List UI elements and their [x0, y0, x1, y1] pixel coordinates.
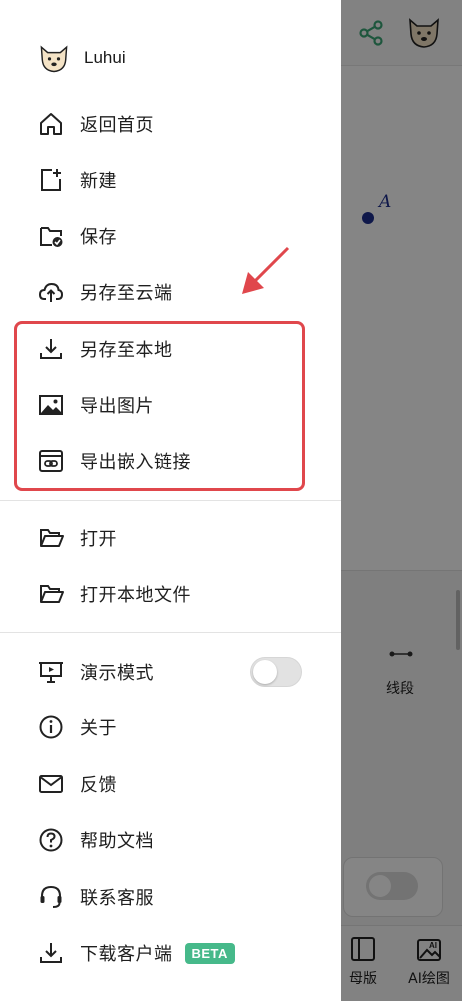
folder-open-icon — [38, 525, 64, 551]
side-drawer: Luhui 返回首页 新建 保存 另存至云端 另存至本地 导出图片 导出嵌入链接… — [0, 0, 341, 1001]
highlight-box — [14, 321, 305, 491]
presentation-icon — [38, 659, 64, 685]
divider — [0, 632, 341, 633]
menu-item-help[interactable]: 帮助文档 — [0, 814, 341, 866]
home-icon — [38, 111, 64, 137]
annotation-arrow-icon — [242, 246, 290, 294]
menu-item-help-label: 帮助文档 — [80, 831, 154, 852]
user-profile[interactable]: Luhui — [36, 38, 126, 78]
menu-item-feedback-label: 反馈 — [80, 775, 117, 796]
menu-item-presentation-label: 演示模式 — [80, 663, 154, 684]
download-icon — [38, 940, 64, 966]
info-icon — [38, 714, 64, 740]
headset-icon — [38, 884, 64, 910]
new-file-icon — [38, 167, 64, 193]
presentation-mode-toggle[interactable] — [250, 657, 302, 687]
menu-item-save-cloud-label: 另存至云端 — [80, 283, 173, 304]
beta-badge: BETA — [184, 942, 235, 964]
menu-item-home-label: 返回首页 — [80, 115, 154, 136]
menu-item-feedback[interactable]: 反馈 — [0, 758, 341, 810]
menu-item-download-client-label: 下载客户端 — [80, 944, 173, 965]
user-avatar-icon — [40, 45, 68, 73]
menu-item-open-local-label: 打开本地文件 — [80, 585, 191, 606]
menu-item-home[interactable]: 返回首页 — [0, 98, 341, 150]
menu-item-contact[interactable]: 联系客服 — [0, 871, 341, 923]
username: Luhui — [84, 48, 126, 67]
menu-item-open-local[interactable]: 打开本地文件 — [0, 568, 341, 620]
menu-item-open-label: 打开 — [80, 529, 117, 550]
menu-item-about[interactable]: 关于 — [0, 701, 341, 753]
menu-item-open[interactable]: 打开 — [0, 512, 341, 564]
menu-item-save-label: 保存 — [80, 227, 117, 248]
help-icon — [38, 827, 64, 853]
cloud-upload-icon — [38, 279, 64, 305]
menu-item-download-client[interactable]: 下载客户端 BETA — [0, 927, 341, 979]
mail-icon — [38, 771, 64, 797]
menu-item-contact-label: 联系客服 — [80, 888, 154, 909]
folder-open-icon — [38, 581, 64, 607]
divider — [0, 500, 341, 501]
menu-item-new-label: 新建 — [80, 171, 117, 192]
menu-item-new[interactable]: 新建 — [0, 154, 341, 206]
save-folder-icon — [38, 223, 64, 249]
menu-item-about-label: 关于 — [80, 718, 117, 739]
